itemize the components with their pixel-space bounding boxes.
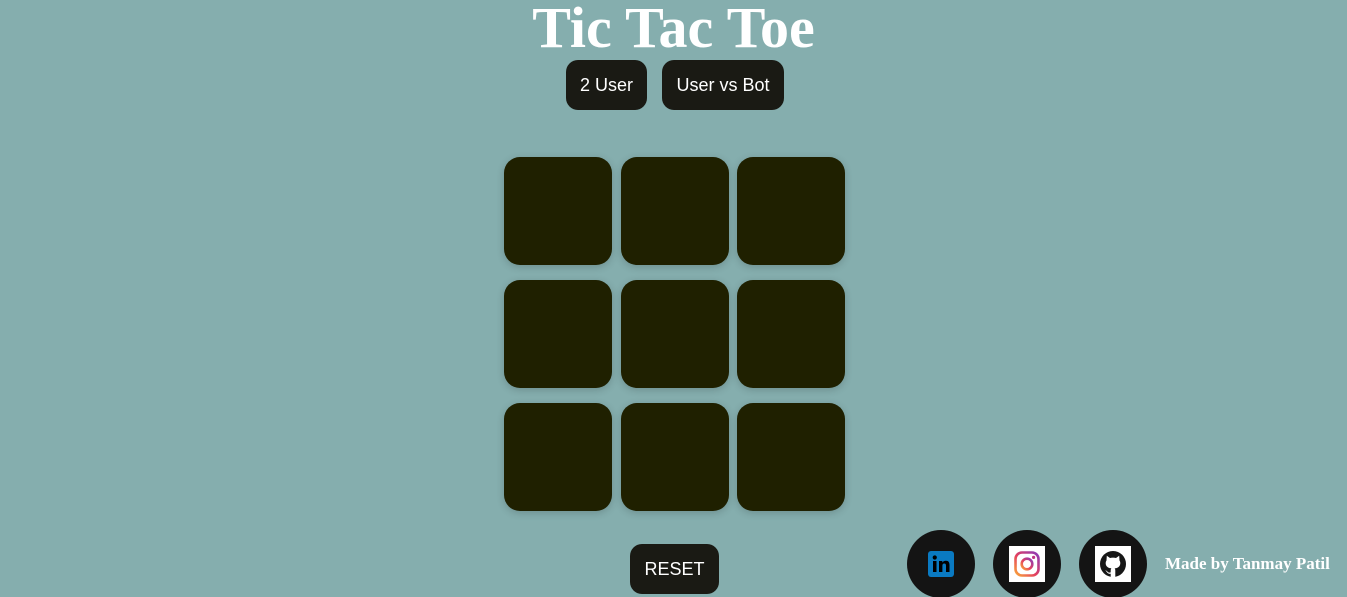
instagram-icon <box>1009 546 1045 582</box>
linkedin-icon <box>928 551 954 577</box>
board-cell-6[interactable] <box>737 280 845 388</box>
board-cell-5[interactable] <box>621 280 729 388</box>
github-link[interactable] <box>1079 530 1147 597</box>
board-cell-4[interactable] <box>504 280 612 388</box>
user-vs-bot-mode-button[interactable]: User vs Bot <box>662 60 784 110</box>
board-cell-1[interactable] <box>504 157 612 265</box>
page-title: Tic Tac Toe <box>532 0 815 60</box>
game-board <box>504 157 845 511</box>
linkedin-link[interactable] <box>907 530 975 597</box>
board-cell-2[interactable] <box>621 157 729 265</box>
two-user-mode-button[interactable]: 2 User <box>566 60 647 110</box>
github-icon <box>1095 546 1131 582</box>
instagram-link[interactable] <box>993 530 1061 597</box>
board-cell-8[interactable] <box>621 403 729 511</box>
board-cell-7[interactable] <box>504 403 612 511</box>
board-cell-3[interactable] <box>737 157 845 265</box>
reset-button[interactable]: RESET <box>630 544 719 594</box>
author-credit: Made by Tanmay Patil <box>1165 554 1330 573</box>
board-cell-9[interactable] <box>737 403 845 511</box>
